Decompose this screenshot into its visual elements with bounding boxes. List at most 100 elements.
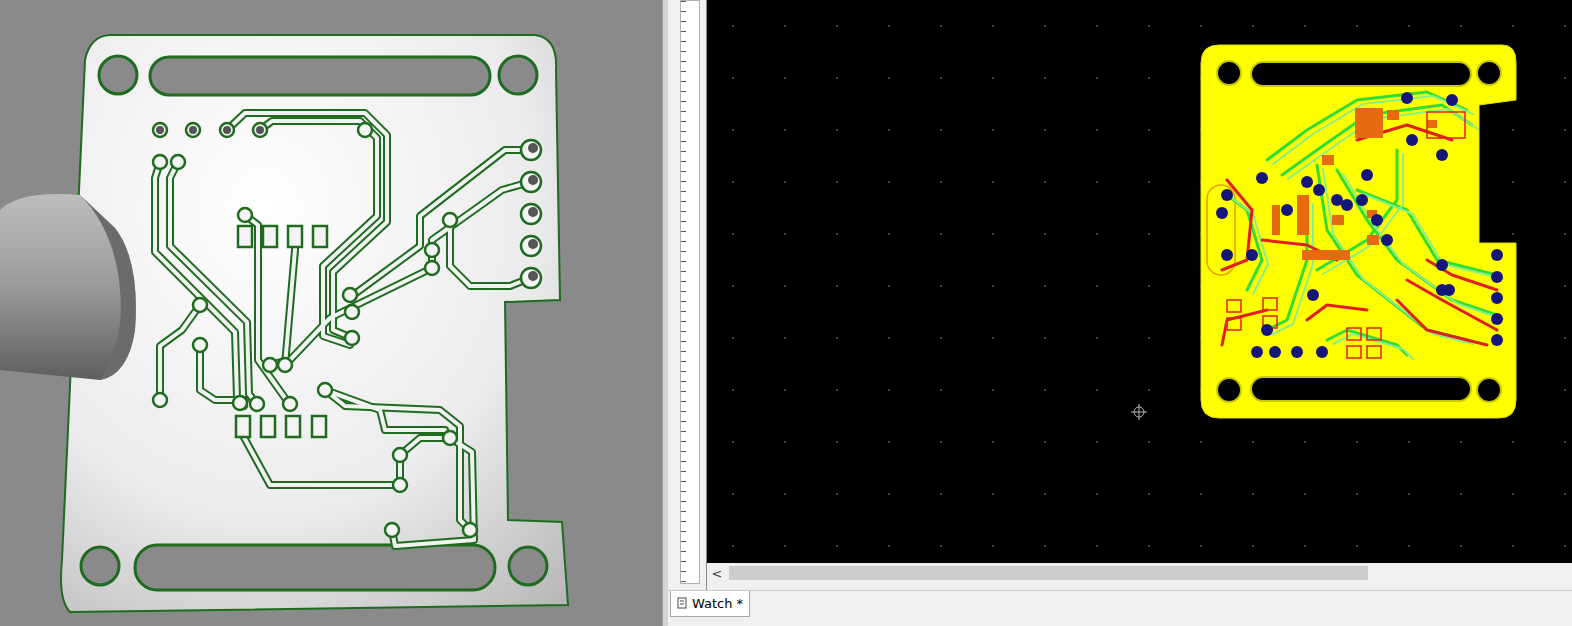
canvas-column: < bbox=[706, 0, 1572, 590]
top-trace bbox=[1282, 105, 1472, 175]
tab[interactable]: Watch * bbox=[670, 591, 750, 617]
via bbox=[1281, 204, 1293, 216]
via-pad bbox=[171, 155, 185, 169]
component-pad bbox=[1355, 108, 1383, 138]
via bbox=[1436, 259, 1448, 271]
via-pad bbox=[283, 397, 297, 411]
via-pad bbox=[358, 123, 372, 137]
via bbox=[1291, 346, 1303, 358]
connector-outline bbox=[1207, 185, 1235, 275]
layout-canvas[interactable] bbox=[707, 0, 1572, 563]
smd-pad bbox=[261, 416, 275, 437]
via bbox=[1341, 199, 1353, 211]
via-pad bbox=[343, 288, 357, 302]
via bbox=[1491, 334, 1503, 346]
mounting-hole bbox=[1217, 61, 1241, 85]
connector-pad bbox=[521, 172, 541, 192]
component-pad bbox=[1297, 195, 1309, 235]
top-trace bbox=[1227, 195, 1262, 290]
scroll-left-button[interactable]: < bbox=[707, 563, 727, 583]
horizontal-scrollbar[interactable]: < bbox=[707, 563, 1572, 583]
layout-pane: < Watch * bbox=[668, 0, 1572, 626]
component-pad bbox=[1272, 205, 1280, 235]
via-pad bbox=[186, 123, 200, 137]
via-pad bbox=[425, 243, 439, 257]
ruler-strip bbox=[680, 0, 700, 584]
via-pad bbox=[443, 431, 457, 445]
via-pad bbox=[393, 448, 407, 462]
smd-pad bbox=[286, 416, 300, 437]
via-pad bbox=[425, 261, 439, 275]
pcb-layout-drawing[interactable] bbox=[707, 0, 1572, 563]
connector-pad bbox=[521, 204, 541, 224]
via bbox=[1246, 249, 1258, 261]
bottom-trace bbox=[1427, 260, 1497, 290]
mounting-hole bbox=[1477, 61, 1501, 85]
pin bbox=[156, 126, 164, 134]
via bbox=[1491, 271, 1503, 283]
via-pad bbox=[220, 123, 234, 137]
mounting-hole bbox=[1217, 378, 1241, 402]
via bbox=[1356, 194, 1368, 206]
connector-pad bbox=[521, 140, 541, 160]
silkscreen bbox=[1227, 112, 1465, 358]
via bbox=[1406, 134, 1418, 146]
via bbox=[1269, 346, 1281, 358]
via-pad bbox=[253, 123, 267, 137]
via bbox=[1491, 313, 1503, 325]
scroll-thumb[interactable] bbox=[729, 566, 1368, 580]
tab-bar: Watch * bbox=[668, 590, 1572, 626]
connector-pad bbox=[521, 268, 541, 288]
via-pad bbox=[153, 123, 167, 137]
via-pad bbox=[385, 523, 399, 537]
via bbox=[1261, 324, 1273, 336]
smd-pad bbox=[263, 226, 277, 247]
bottom-trace bbox=[1397, 300, 1487, 345]
top-trace bbox=[1267, 92, 1467, 160]
via-pad bbox=[250, 397, 264, 411]
layout-board bbox=[1201, 45, 1516, 418]
via bbox=[1221, 189, 1233, 201]
mounting-hole bbox=[81, 547, 119, 585]
smd-pad bbox=[238, 226, 252, 247]
document-icon bbox=[676, 597, 688, 609]
component-pad bbox=[1387, 110, 1399, 120]
smd-pad bbox=[236, 416, 250, 437]
via bbox=[1256, 172, 1268, 184]
top-slot bbox=[150, 57, 490, 95]
via bbox=[1371, 214, 1383, 226]
via-pad bbox=[238, 208, 252, 222]
board-outline bbox=[61, 35, 568, 612]
bottom-slot bbox=[1251, 377, 1471, 401]
vertical-ruler bbox=[668, 0, 706, 590]
mounting-hole bbox=[1477, 378, 1501, 402]
pin bbox=[189, 126, 197, 134]
smd-pad bbox=[313, 226, 327, 247]
pcb-3d-drawing[interactable] bbox=[0, 0, 662, 626]
via-pad bbox=[345, 331, 359, 345]
via bbox=[1216, 207, 1228, 219]
3d-view[interactable] bbox=[0, 0, 662, 626]
component-pad bbox=[1332, 215, 1344, 225]
bottom-slot bbox=[135, 545, 495, 590]
top-trace bbox=[1357, 190, 1497, 275]
via-pad bbox=[443, 213, 457, 227]
via bbox=[1443, 284, 1455, 296]
via-pad bbox=[193, 298, 207, 312]
smd-pad bbox=[312, 416, 326, 437]
mounting-hole bbox=[509, 547, 547, 585]
connector-3d bbox=[0, 194, 136, 380]
via bbox=[1491, 249, 1503, 261]
via bbox=[1491, 292, 1503, 304]
via-pad bbox=[263, 358, 277, 372]
top-slot bbox=[1251, 62, 1471, 86]
scroll-track[interactable] bbox=[727, 563, 1572, 583]
bottom-trace bbox=[1307, 305, 1367, 320]
via bbox=[1316, 346, 1328, 358]
mounting-hole bbox=[99, 56, 137, 94]
via bbox=[1446, 94, 1458, 106]
component-pad bbox=[1322, 155, 1334, 165]
mounting-hole bbox=[499, 56, 537, 94]
via-pad bbox=[153, 393, 167, 407]
connector-pad bbox=[521, 236, 541, 256]
